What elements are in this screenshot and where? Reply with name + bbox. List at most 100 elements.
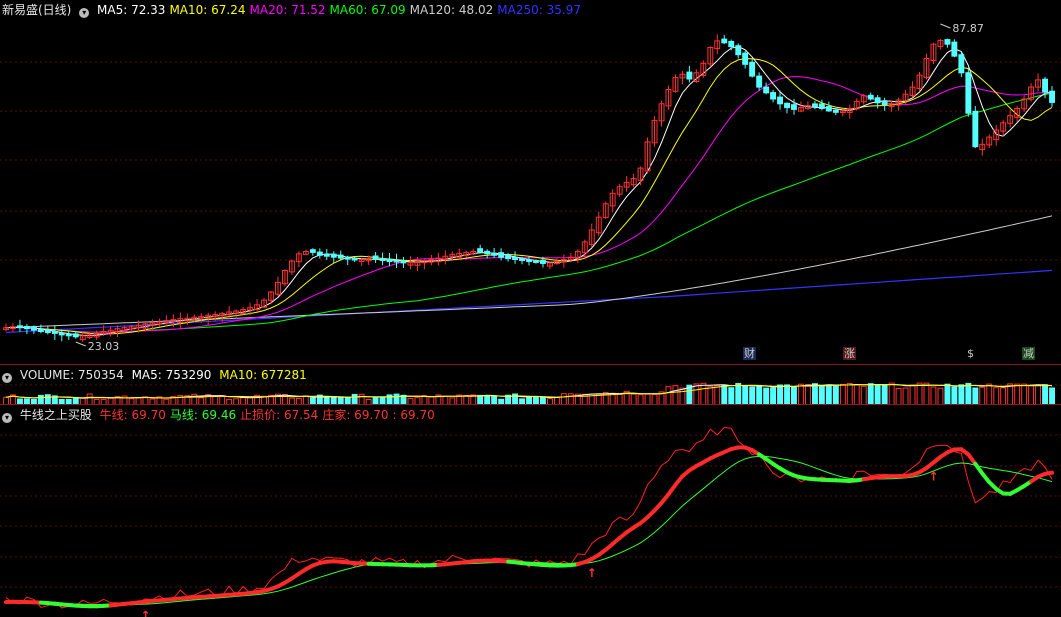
volume-bar: [764, 388, 769, 405]
candle-body: [778, 97, 783, 104]
volume-bar: [708, 386, 713, 405]
volume-bar: [896, 389, 901, 406]
candle-body: [45, 330, 50, 333]
volume-bar: [771, 388, 776, 405]
ma-legend-item: MA5: 72.33: [97, 3, 165, 17]
bull-line-segment: [1045, 473, 1052, 474]
collapse-icon[interactable]: ▾: [2, 373, 12, 383]
ma-legend-item: MA60: 67.09: [330, 3, 406, 17]
indicator-legend-item: 庄家: 69.70: [322, 408, 388, 422]
volume-bar: [987, 384, 992, 405]
candle-body: [373, 256, 378, 260]
indicator-pane[interactable]: ▾ 牛线之上买股 牛线: 69.70马线: 69.46止损价: 67.54庄家:…: [0, 404, 1061, 617]
volume-bar: [792, 387, 797, 405]
candle-body: [324, 254, 329, 256]
volume-bar: [750, 387, 755, 405]
volume-bar: [1043, 385, 1048, 405]
volume-bar: [673, 386, 678, 405]
candle-body: [541, 260, 546, 263]
candle-body: [73, 334, 78, 337]
candle-body: [945, 40, 950, 45]
ma-legend-item: MA120: 48.02: [410, 3, 494, 17]
indicator-header: ▾ 牛线之上买股 牛线: 69.70马线: 69.46止损价: 67.54庄家:…: [2, 408, 443, 423]
collapse-icon[interactable]: ▾: [2, 413, 12, 423]
volume-ma10: MA10: 677281: [219, 368, 307, 382]
badge-rise[interactable]: 涨: [843, 347, 856, 360]
candle-body: [687, 72, 692, 79]
candlestick-chart[interactable]: 87.87 23.03: [0, 0, 1061, 364]
volume-bar: [701, 383, 706, 405]
candle-body: [527, 260, 532, 262]
badge-reduce[interactable]: 减: [1022, 347, 1035, 360]
badge-finance[interactable]: 财: [743, 347, 756, 360]
ma120-line: [6, 216, 1052, 328]
volume-bar: [917, 383, 922, 405]
volume-bar: [736, 384, 741, 406]
volume-bar: [903, 388, 908, 405]
candle-body: [331, 254, 336, 257]
volume-pane[interactable]: ▾ VOLUME: 750354 MA5: 753290 MA10: 67728…: [0, 364, 1061, 405]
low-price-label: 23.03: [88, 340, 120, 353]
volume-bar: [757, 386, 762, 405]
volume-bar: [938, 388, 943, 405]
indicator-chart[interactable]: ↑↑↑: [0, 405, 1061, 617]
ma-legend: MA5: 72.33MA10: 67.24MA20: 71.52MA60: 67…: [97, 3, 585, 17]
candle-body: [785, 103, 790, 107]
candle-body: [792, 105, 797, 110]
buy-arrow-icon: ↑: [928, 470, 938, 484]
horse-line: [6, 456, 1052, 604]
volume-bar: [889, 383, 894, 405]
volume-bar: [680, 388, 685, 405]
high-price-label: 87.87: [952, 22, 984, 35]
candle-body: [478, 249, 483, 253]
candle-body: [959, 55, 964, 73]
volume-ma10-line: [6, 385, 1052, 398]
candle-body: [819, 104, 824, 109]
indicator-legend-item: 止损价: 67.54: [240, 408, 318, 422]
volume-bar: [785, 385, 790, 405]
candle-body: [18, 326, 23, 328]
collapse-icon[interactable]: ▾: [79, 8, 89, 18]
volume-ma5: MA5: 753290: [132, 368, 212, 382]
candle-body: [499, 253, 504, 258]
main-chart-pane[interactable]: 新易盛(日线) ▾ MA5: 72.33MA10: 67.24MA20: 71.…: [0, 0, 1061, 364]
candle-body: [485, 251, 490, 254]
volume-bar: [799, 384, 804, 405]
volume-bar: [973, 388, 978, 405]
volume-bar: [966, 383, 971, 405]
candle-body: [826, 107, 831, 111]
volume-bar: [715, 386, 720, 405]
volume-bar: [694, 384, 699, 405]
candle-body: [38, 329, 43, 331]
main-header: 新易盛(日线) ▾ MA5: 72.33MA10: 67.24MA20: 71.…: [2, 3, 589, 18]
candle-body: [32, 327, 37, 330]
candle-body: [401, 261, 406, 263]
candle-body: [729, 42, 734, 47]
volume-bar: [840, 384, 845, 405]
candle-body: [875, 98, 880, 103]
volume-bar: [980, 387, 985, 405]
candle-body: [492, 253, 497, 255]
candle-body: [513, 257, 518, 259]
volume-bar: [868, 384, 873, 405]
ma-legend-item: MA250: 35.97: [497, 3, 581, 17]
ma10-line: [6, 59, 1052, 334]
candle-body: [722, 39, 727, 43]
candle-body: [394, 260, 399, 262]
candle-body: [743, 53, 748, 64]
candle-body: [771, 93, 776, 99]
badge-dollar[interactable]: $: [966, 347, 975, 360]
candle-body: [757, 76, 762, 87]
volume-bar: [743, 386, 748, 405]
candle-body: [750, 62, 755, 76]
volume-bar: [994, 388, 999, 405]
candle-body: [520, 259, 525, 261]
candle-body: [506, 255, 511, 259]
volume-bar: [861, 386, 866, 405]
candle-body: [966, 73, 971, 114]
volume-bar: [1008, 384, 1013, 405]
high-price-pointer: [940, 24, 950, 28]
volume-header: ▾ VOLUME: 750354 MA5: 753290 MA10: 67728…: [2, 368, 311, 383]
low-price-pointer: [76, 342, 86, 346]
candle-body: [534, 261, 539, 263]
